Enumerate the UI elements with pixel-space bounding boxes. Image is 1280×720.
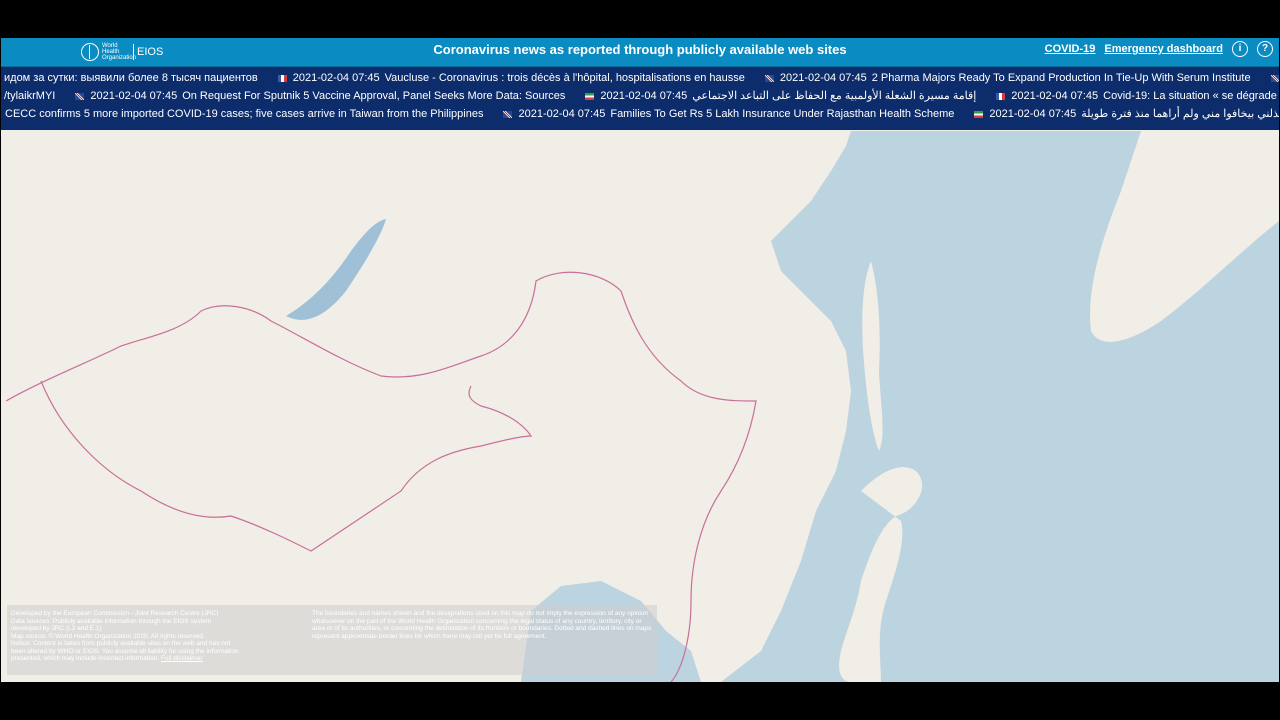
- flag-icon: [764, 74, 774, 82]
- ticker-row-1: идом за сутки: выявили более 8 тысяч пац…: [1, 69, 1279, 87]
- world-map[interactable]: [1, 131, 1279, 682]
- ticker-headline: идом за сутки: выявили более 8 тысяч пац…: [4, 72, 258, 84]
- ticker-headline: /tylaikrMYI: [4, 90, 56, 102]
- ticker-date: 2021-02-04 07:45: [292, 72, 380, 84]
- ticker-date: 2021-02-04 07:45: [779, 72, 867, 84]
- disclaimer-boundaries-text: The boundaries and names shown and the d…: [312, 610, 652, 640]
- map-disclaimer: Developed by the European Commission - J…: [7, 605, 657, 675]
- ticker-date: 2021-02-04 07:45: [90, 90, 178, 102]
- ticker-headline: 2 Pharma Majors Ready To Expand Producti…: [871, 72, 1251, 84]
- credit-text: presented, which may include incorrect i…: [11, 655, 160, 662]
- credit-line: been altered by WHO or EIOS. You assume …: [11, 647, 239, 655]
- ticker-date: 2021-02-04 07:45: [518, 108, 606, 120]
- info-icon[interactable]: i: [1232, 41, 1248, 57]
- ticker-item[interactable]: /tylaikrMYI: [4, 87, 55, 105]
- ticker-headline: والد كويتي: يذلني بيخافوا مني ولم أراهما…: [1081, 108, 1279, 120]
- help-icon[interactable]: ?: [1257, 41, 1273, 57]
- ticker-row-3: CECC confirms 5 more imported COVID-19 c…: [1, 105, 1279, 123]
- flag-icon: [974, 110, 984, 118]
- ticker-item[interactable]: :: [1270, 69, 1279, 87]
- ticker-row-2: /tylaikrMYI 2021-02-04 07:45 On Request Fo…: [1, 87, 1279, 105]
- ticker-date: 2021-02-04 07:45: [600, 90, 688, 102]
- ticker-date: 2021-02-04 07:45: [989, 108, 1077, 120]
- ticker-item[interactable]: 2021-02-04 07:45 On Request For Sputnik 5…: [75, 87, 565, 105]
- credit-line: presented, which may include incorrect i…: [11, 655, 306, 663]
- ticker-item[interactable]: 2021-02-04 07:45 والد كويتي: يذلني بيخافو…: [974, 105, 1279, 123]
- header-bar: World Health Organization EIOS Coronavir…: [1, 38, 1279, 67]
- credit-line: Data sources: Publicly available informa…: [11, 617, 212, 625]
- ticker-headline: Covid-19: La situation « se dégrade » en…: [1103, 90, 1279, 102]
- header-nav: COVID-19 Emergency dashboard i ?: [1045, 41, 1273, 57]
- ticker-date: 2021-02-04 07:45: [1011, 90, 1099, 102]
- ticker-item[interactable]: 2021-02-04 07:45 Families To Get Rs 5 Lak…: [503, 105, 954, 123]
- ticker-item[interactable]: идом за сутки: выявили более 8 тысяч пац…: [4, 69, 258, 87]
- app-frame: World Health Organization EIOS Coronavir…: [1, 38, 1279, 682]
- full-disclaimer-link[interactable]: Full disclaimer: [161, 655, 203, 662]
- flag-icon: [996, 92, 1006, 100]
- flag-icon: [585, 92, 595, 100]
- ticker-item[interactable]: 2021-02-04 07:45 Covid-19: La situation «…: [996, 87, 1279, 105]
- ticker-headline: Vaucluse - Coronavirus : trois décès à l…: [384, 72, 745, 84]
- covid-19-link[interactable]: COVID-19: [1045, 43, 1096, 55]
- ticker-headline: On Request For Sputnik 5 Vaccine Approva…: [182, 90, 566, 102]
- credit-line: developed by JRC (L3 and E.1): [11, 625, 102, 632]
- ticker-item[interactable]: 2021-02-04 07:45 Vaucluse - Coronavirus :…: [277, 69, 745, 87]
- ticker-headline: إقامة مسيرة الشعلة الأولمبية مع الحفاظ ع…: [692, 90, 977, 102]
- credit-line: Map source: © World Health Organization …: [11, 632, 205, 640]
- credit-line: Developed by the European Commission - J…: [11, 610, 219, 617]
- ticker-headline: Families To Get Rs 5 Lakh Insurance Unde…: [610, 108, 955, 120]
- ticker-item[interactable]: CECC confirms 5 more imported COVID-19 c…: [5, 105, 483, 123]
- disclaimer-credits: Developed by the European Commission - J…: [11, 610, 306, 663]
- flag-icon: [503, 110, 513, 118]
- flag-icon: [75, 92, 85, 100]
- ticker-item[interactable]: 2021-02-04 07:45 إقامة مسيرة الشعلة الأول…: [585, 87, 976, 105]
- ticker-headline: CECC confirms 5 more imported COVID-19 c…: [5, 108, 484, 120]
- flag-icon: [277, 74, 287, 82]
- ticker-item[interactable]: 2021-02-04 07:45 2 Pharma Majors Ready To…: [764, 69, 1251, 87]
- emergency-dashboard-link[interactable]: Emergency dashboard: [1104, 43, 1223, 55]
- flag-icon: [1270, 74, 1279, 82]
- news-ticker: идом за сутки: выявили более 8 тысяч пац…: [1, 67, 1279, 130]
- credit-line: Notice: Content is taken from publicly a…: [11, 640, 231, 647]
